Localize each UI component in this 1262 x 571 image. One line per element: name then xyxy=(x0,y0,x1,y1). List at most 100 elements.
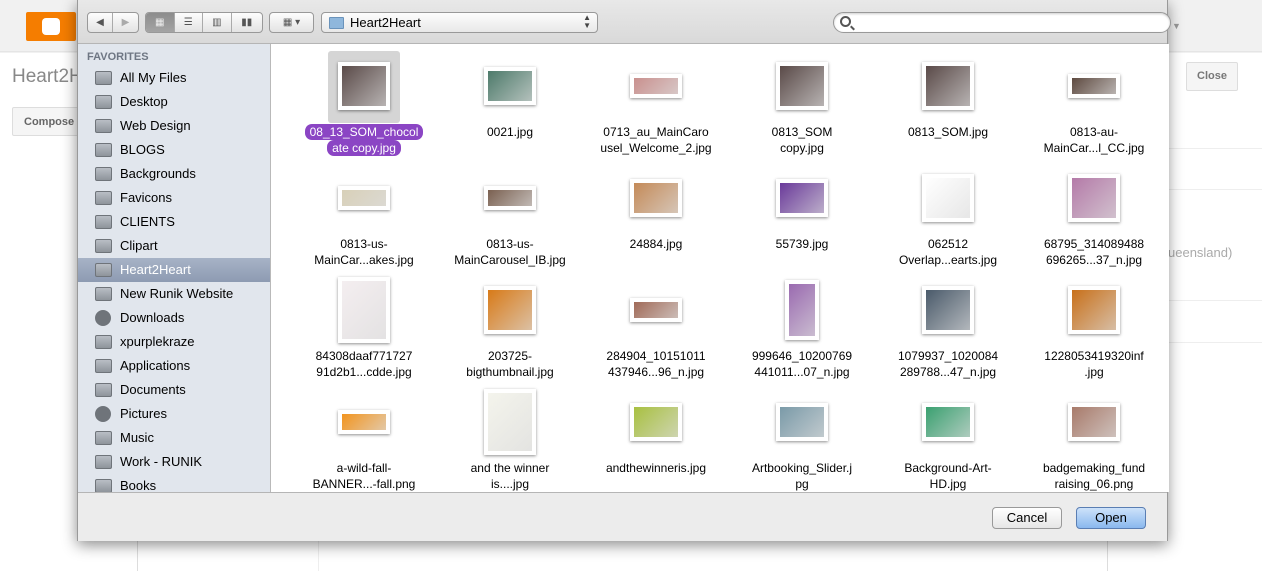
file-thumbnail xyxy=(1068,403,1120,441)
file-name: 84308daaf771727 91d2b1...cdde.jpg xyxy=(291,348,437,380)
file-item[interactable]: 24884.jpg xyxy=(583,158,729,270)
file-name-line: pg xyxy=(795,477,809,491)
file-name-line: Overlap...earts.jpg xyxy=(898,253,998,267)
search-input[interactable] xyxy=(833,12,1171,33)
file-item[interactable]: 0813-au- MainCar...l_CC.jpg xyxy=(1021,46,1167,158)
open-button[interactable]: Open xyxy=(1076,507,1146,529)
file-item[interactable]: Artbooking_Slider.j pg xyxy=(729,382,875,492)
file-name-line: MainCar...akes.jpg xyxy=(314,253,414,267)
file-item[interactable]: 284904_10151011 437946...96_n.jpg xyxy=(583,270,729,382)
file-item[interactable]: a-wild-fall- BANNER...-fall.png xyxy=(291,382,437,492)
column-view-icon[interactable]: ▥ xyxy=(203,13,232,32)
folder-path-popup[interactable]: Heart2Heart ▲ ▼ xyxy=(321,12,598,33)
file-thumbnail xyxy=(785,280,819,340)
file-name-line: bigthumbnail.jpg xyxy=(466,365,554,379)
back-button[interactable]: ◀ xyxy=(88,13,114,32)
file-thumbnail xyxy=(630,298,682,322)
file-item[interactable]: 062512 Overlap...earts.jpg xyxy=(875,158,1021,270)
file-item[interactable]: 999646_10200769 441011...07_n.jpg xyxy=(729,270,875,382)
file-item[interactable]: andthewinneris.jpg xyxy=(583,382,729,492)
sidebar-item[interactable]: Desktop xyxy=(78,90,270,114)
file-name: 0021.jpg xyxy=(437,124,583,140)
file-item[interactable]: 0813_SOM.jpg xyxy=(875,46,1021,158)
file-item[interactable]: 203725- bigthumbnail.jpg xyxy=(437,270,583,382)
nav-buttons: ◀ ▶ xyxy=(87,12,139,33)
sidebar-item[interactable]: CLIENTS xyxy=(78,210,270,234)
file-name: 0713_au_MainCaro usel_Welcome_2.jpg xyxy=(583,124,729,156)
compose-button[interactable]: Compose xyxy=(12,107,82,136)
sidebar-item-label: Downloads xyxy=(120,310,185,325)
file-thumbnail xyxy=(922,62,974,110)
file-name-line: raising_06.png xyxy=(1054,477,1134,491)
file-item[interactable]: 0713_au_MainCaro usel_Welcome_2.jpg xyxy=(583,46,729,158)
close-button[interactable]: Close xyxy=(1186,62,1238,91)
file-item[interactable]: badgemaking_fund raising_06.png xyxy=(1021,382,1167,492)
sidebar-item[interactable]: BLOGS xyxy=(78,138,270,162)
file-name: andthewinneris.jpg xyxy=(583,460,729,476)
sidebar-item-label: BLOGS xyxy=(120,142,165,157)
sidebar-heading: FAVORITES xyxy=(87,51,149,63)
file-thumbnail xyxy=(338,410,390,434)
file-thumbnail xyxy=(776,403,828,441)
dialog-toolbar: ◀ ▶ ▦ ☰ ▥ ▮▮ ▦ ▾ Heart2Heart ▲ ▼ xyxy=(78,0,1171,44)
file-name-line: 0813-us- xyxy=(486,237,534,251)
folder-icon xyxy=(95,167,112,181)
sidebar-item[interactable]: Downloads xyxy=(78,306,270,330)
post-editor[interactable] xyxy=(137,541,1108,571)
sidebar-item-label: Documents xyxy=(120,382,186,397)
file-item[interactable]: 0021.jpg xyxy=(437,46,583,158)
file-name-line: 55739.jpg xyxy=(775,237,829,251)
sidebar-item[interactable]: Applications xyxy=(78,354,270,378)
sidebar-item[interactable]: Heart2Heart xyxy=(78,258,270,282)
file-item[interactable]: 84308daaf771727 91d2b1...cdde.jpg xyxy=(291,270,437,382)
file-item[interactable]: 68795_314089488 696265...37_n.jpg xyxy=(1021,158,1167,270)
file-item[interactable]: 55739.jpg xyxy=(729,158,875,270)
divider xyxy=(1168,148,1262,149)
file-name-line: 203725- xyxy=(487,349,533,363)
list-view-icon[interactable]: ☰ xyxy=(175,13,204,32)
file-name: 062512 Overlap...earts.jpg xyxy=(875,236,1021,268)
sidebar-item[interactable]: All My Files xyxy=(78,66,270,90)
sidebar-item[interactable]: Books xyxy=(78,474,270,492)
sidebar-item[interactable]: Work - RUNIK xyxy=(78,450,270,474)
file-name-line: Background-Art- xyxy=(904,461,992,475)
sidebar-item[interactable]: Favicons xyxy=(78,186,270,210)
file-thumbnail xyxy=(922,403,974,441)
file-name: 0813_SOM copy.jpg xyxy=(729,124,875,156)
file-item[interactable]: Background-Art- HD.jpg xyxy=(875,382,1021,492)
sidebar-item-label: Music xyxy=(120,430,154,445)
sidebar-item[interactable]: Clipart xyxy=(78,234,270,258)
file-grid[interactable]: 08_13_SOM_chocol ate copy.jpg 0021.jpg 0713… xyxy=(271,44,1169,492)
sidebar-item-label: New Runik Website xyxy=(120,286,234,301)
blogger-logo-icon[interactable] xyxy=(26,12,76,41)
file-name-line: 0813_SOM xyxy=(771,125,833,139)
divider xyxy=(1168,342,1262,343)
file-name-line: 289788...47_n.jpg xyxy=(899,365,997,379)
sidebar-item[interactable]: Pictures xyxy=(78,402,270,426)
cancel-button[interactable]: Cancel xyxy=(992,507,1062,529)
sidebar-item[interactable]: xpurplekraze xyxy=(78,330,270,354)
file-thumbnail xyxy=(776,179,828,217)
file-item[interactable]: 0813-us- MainCar...akes.jpg xyxy=(291,158,437,270)
file-item[interactable]: 1079937_1020084 289788...47_n.jpg xyxy=(875,270,1021,382)
arrange-button[interactable]: ▦ ▾ xyxy=(269,12,314,33)
file-name: 08_13_SOM_chocol ate copy.jpg xyxy=(291,124,437,156)
sidebar-item[interactable]: Documents xyxy=(78,378,270,402)
file-thumbnail xyxy=(1068,286,1120,334)
sidebar-item[interactable]: Backgrounds xyxy=(78,162,270,186)
file-item[interactable]: 0813-us- MainCarousel_IB.jpg xyxy=(437,158,583,270)
file-name-line: BANNER...-fall.png xyxy=(312,477,416,491)
folder-icon xyxy=(95,143,112,157)
file-item[interactable]: and the winner is....jpg xyxy=(437,382,583,492)
sidebar-item[interactable]: New Runik Website xyxy=(78,282,270,306)
file-item[interactable]: 1228053419320inf .jpg xyxy=(1021,270,1167,382)
file-item[interactable]: 0813_SOM copy.jpg xyxy=(729,46,875,158)
sidebar-item[interactable]: Music xyxy=(78,426,270,450)
forward-button[interactable]: ▶ xyxy=(113,13,138,32)
all-files-icon xyxy=(95,71,112,85)
sidebar-item[interactable]: Web Design xyxy=(78,114,270,138)
view-mode-buttons: ▦ ☰ ▥ ▮▮ xyxy=(145,12,263,33)
icon-view-icon[interactable]: ▦ xyxy=(146,13,175,32)
file-item[interactable]: 08_13_SOM_chocol ate copy.jpg xyxy=(291,46,437,158)
coverflow-view-icon[interactable]: ▮▮ xyxy=(232,13,262,32)
